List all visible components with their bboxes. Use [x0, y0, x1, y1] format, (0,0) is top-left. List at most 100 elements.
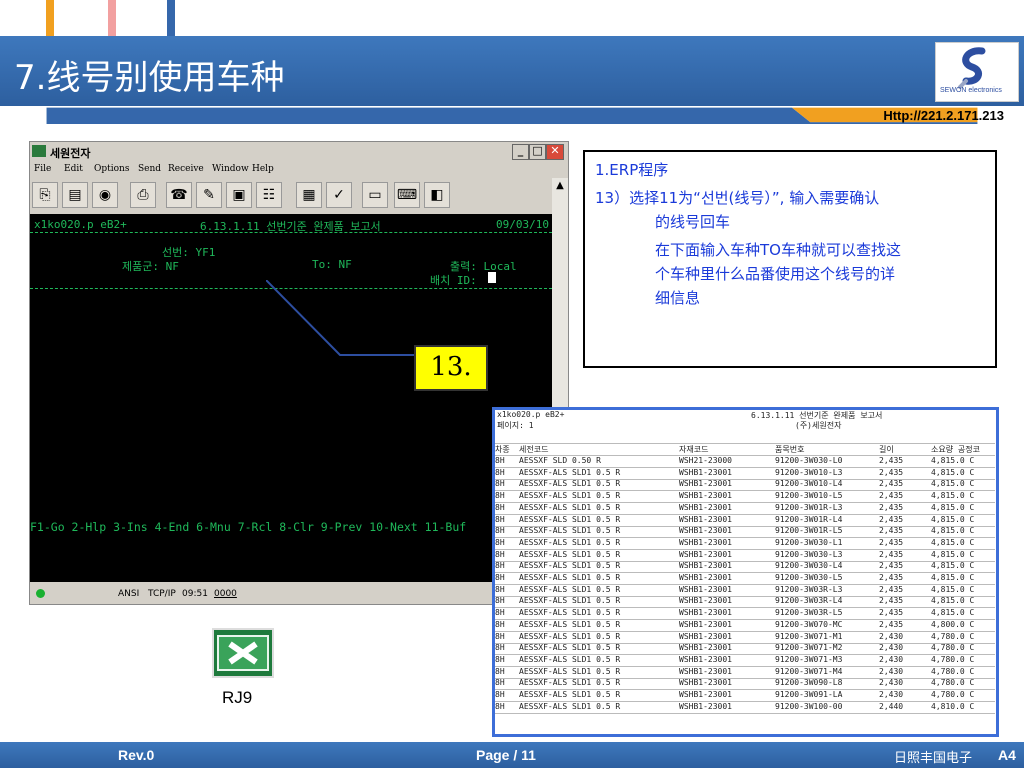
report-page: 페이지: 1	[497, 421, 534, 430]
table-cell: AESSXF SLD 0.50 R	[519, 456, 601, 465]
table-cell: 2,435	[879, 491, 904, 501]
table-cell: AESSXF-ALS SLD1 0.5 R	[519, 643, 621, 653]
table-row: 8H AESSXF-ALS SLD1 0.5 R WSHB1-23001 91200-…	[495, 690, 995, 702]
footer-bar: Rev.0 Page / 11 日照丰国电子 A4	[0, 742, 1024, 768]
menu-options[interactable]: Options	[94, 164, 129, 174]
excel-file-icon[interactable]	[212, 628, 274, 678]
note-line-3: 的线号回车	[655, 213, 731, 231]
col-header: 세전코드	[519, 445, 549, 454]
table-cell: 4,780.0 C	[931, 690, 975, 699]
paste-icon[interactable]: ▤	[62, 182, 88, 208]
table-cell: 4,815.0 C	[931, 467, 975, 477]
card-icon[interactable]: ◧	[424, 182, 450, 208]
table-cell: WSHB1-23001	[679, 561, 732, 571]
table-cell: AESSXF-ALS SLD1 0.5 R	[519, 608, 621, 618]
status-code: 0000	[214, 589, 237, 599]
menu-send[interactable]: Send	[138, 164, 161, 174]
table-cell: 91200-3W03R-L4	[775, 596, 843, 606]
table-cell: WSHB1-23001	[679, 596, 732, 606]
table-cell: 8H	[495, 573, 505, 582]
footer-rev: Rev.0	[118, 747, 155, 763]
table-row: 8H AESSXF-ALS SLD1 0.5 R WSHB1-23001 91200-…	[495, 479, 995, 492]
menu-receive[interactable]: Receive	[168, 164, 204, 174]
camera-icon[interactable]: ◉	[92, 182, 118, 208]
keyboard-icon[interactable]: ⌨	[394, 182, 420, 208]
menu-file[interactable]: File	[34, 164, 51, 174]
table-cell: 91200-3W030-L3	[775, 549, 843, 559]
footer-company: 日照丰国电子	[894, 751, 973, 766]
table-cell: 2,435	[879, 526, 904, 536]
term-cursor[interactable]	[488, 272, 496, 283]
close-button[interactable]: ✕	[546, 144, 564, 160]
excel-file-label: RJ9	[222, 688, 253, 707]
url-link[interactable]: Http://221.2.171.213	[883, 108, 1004, 123]
company-logo: SEWON electronics	[935, 42, 1019, 102]
phone-icon[interactable]: ☎	[166, 182, 192, 208]
maximize-button[interactable]: □	[529, 144, 546, 160]
table-cell: 4,815.0 C	[931, 608, 975, 618]
table-cell: WSHB1-23001	[679, 701, 732, 711]
table-cell: 8H	[495, 549, 505, 559]
table-cell: 91200-3W100-00	[775, 701, 843, 711]
instruction-box: 1.ERP程序 13）选择11为“선번(线号）”, 输入需要确认 的线号回车 在…	[583, 150, 997, 368]
table-cell: AESSXF-ALS SLD1 0.5 R	[519, 561, 621, 571]
print-icon[interactable]: ⎙	[130, 182, 156, 208]
menu-help[interactable]: Help	[252, 164, 274, 174]
table-cell: 4,815.0 C	[931, 479, 975, 489]
tree-icon[interactable]: ☷	[256, 182, 282, 208]
table-cell: 4,815.0 C	[931, 561, 975, 571]
window-titlebar: 세원전자 _ □ ✕	[30, 142, 568, 162]
table-cell: WSHB1-23001	[679, 678, 732, 688]
table-cell: 8H	[495, 526, 505, 536]
stamp-icon[interactable]: ▦	[296, 182, 322, 208]
term-product-field: 제품군: NF	[122, 260, 179, 273]
table-cell: 2,430	[879, 690, 904, 699]
table-cell: 4,780.0 C	[931, 643, 975, 653]
note-line-1: 1.ERP程序	[595, 161, 669, 179]
col-header: 차종	[495, 445, 510, 454]
table-cell: 2,435	[879, 479, 904, 489]
term-divider-top	[30, 232, 552, 239]
menu-edit[interactable]: Edit	[64, 164, 83, 174]
table-cell: 4,780.0 C	[931, 654, 975, 664]
pen-icon[interactable]: ✎	[196, 182, 222, 208]
table-row: 8H AESSXF-ALS SLD1 0.5 R WSHB1-23001 91200-…	[495, 632, 995, 644]
table-cell: 8H	[495, 456, 505, 465]
table-cell: AESSXF-ALS SLD1 0.5 R	[519, 514, 621, 524]
spell-icon[interactable]: ✓	[326, 182, 352, 208]
table-cell: 2,430	[879, 666, 904, 676]
table-cell: 8H	[495, 491, 505, 501]
table-cell: 8H	[495, 678, 505, 688]
note-line-5: 个车种里什么品番使用这个线号的详	[655, 265, 896, 283]
table-cell: 8H	[495, 467, 505, 477]
table-cell: WSHB1-23001	[679, 573, 732, 582]
table-cell: 2,430	[879, 654, 904, 664]
col-header: 소요량 공정코	[931, 445, 980, 454]
col-header: 자재코드	[679, 445, 709, 454]
table-cell: WSHB1-23001	[679, 643, 732, 653]
table-cell: WSHB1-23001	[679, 526, 732, 536]
col-header: 길이	[879, 445, 894, 454]
table-cell: 4,815.0 C	[931, 549, 975, 559]
table-cell: 91200-3W03R-L5	[775, 608, 843, 618]
table-cell: WSHB1-23001	[679, 514, 732, 524]
minimize-button[interactable]: _	[512, 144, 529, 160]
table-cell: 4,815.0 C	[931, 526, 975, 536]
table-cell: 4,815.0 C	[931, 584, 975, 594]
menu-window[interactable]: Window	[212, 164, 249, 174]
doc-icon[interactable]: ▣	[226, 182, 252, 208]
table-cell: AESSXF-ALS SLD1 0.5 R	[519, 584, 621, 594]
table-cell: WSHB1-23001	[679, 491, 732, 501]
terminal-screen[interactable]: x1ko020.p eB2+ 6.13.1.11 선번기준 완제품 보고서 09…	[30, 214, 552, 582]
table-row: 8H AESSXF-ALS SLD1 0.5 R WSHB1-23001 91200-…	[495, 561, 995, 574]
table-cell: 2,435	[879, 608, 904, 618]
table-cell: AESSXF-ALS SLD1 0.5 R	[519, 549, 621, 559]
scroll-up-icon[interactable]: ▲	[552, 178, 568, 194]
table-row: 8H AESSXF-ALS SLD1 0.5 R WSHB1-23001 91200-…	[495, 655, 995, 667]
table-row: 8H AESSXF-ALS SLD1 0.5 R WSHB1-23001 91200-…	[495, 515, 995, 527]
table-cell: 8H	[495, 666, 505, 676]
table-cell: AESSXF-ALS SLD1 0.5 R	[519, 666, 621, 676]
copy-icon[interactable]: ⎘	[32, 182, 58, 208]
table-cell: 4,815.0 C	[931, 573, 975, 582]
monitor-icon[interactable]: ▭	[362, 182, 388, 208]
